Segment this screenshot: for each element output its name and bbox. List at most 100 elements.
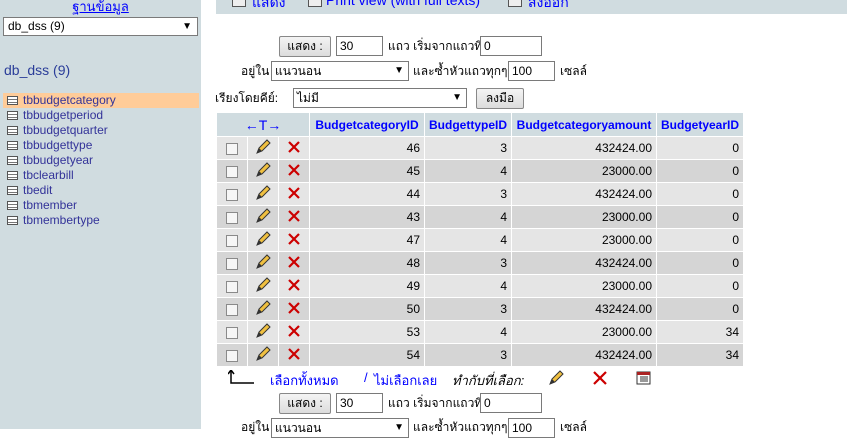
table-list-item[interactable]: tbclearbill xyxy=(3,168,199,183)
table-cell: 0 xyxy=(657,298,744,320)
column-header[interactable]: BudgetyearID xyxy=(657,113,744,136)
table-list-item[interactable]: tbmember xyxy=(3,198,199,213)
table-list-item[interactable]: tbedit xyxy=(3,183,199,198)
databases-heading-link[interactable]: ฐานข้อมูล xyxy=(0,0,201,17)
row-checkbox[interactable] xyxy=(226,280,238,293)
delete-x-icon[interactable] xyxy=(287,324,301,341)
table-list-item[interactable]: tbbudgetquarter xyxy=(3,123,199,138)
delete-x-icon[interactable] xyxy=(287,255,301,272)
delete-x-icon[interactable] xyxy=(287,232,301,249)
table-list-item-label[interactable]: tbbudgetperiod xyxy=(23,108,103,122)
table-row[interactable]: 46 3 432424.00 0 xyxy=(217,137,744,159)
edit-pencil-icon[interactable] xyxy=(255,253,271,273)
table-row[interactable]: 49 4 23000.00 0 xyxy=(217,275,744,297)
table-icon[interactable] xyxy=(7,156,18,165)
start-row-input[interactable]: 0 xyxy=(480,36,542,56)
table-list-item-label[interactable]: tbclearbill xyxy=(23,168,74,182)
delete-x-icon[interactable] xyxy=(592,370,608,386)
delete-x-icon[interactable] xyxy=(287,140,301,157)
start-row-input-bottom[interactable]: 0 xyxy=(480,393,542,413)
table-row[interactable]: 53 4 23000.00 34 xyxy=(217,321,744,343)
table-list-item-label[interactable]: tbbudgetcategory xyxy=(23,93,116,107)
repeat-headers-input[interactable]: 100 xyxy=(508,61,555,81)
table-icon[interactable] xyxy=(7,201,18,210)
row-checkbox[interactable] xyxy=(226,326,238,339)
edit-pencil-icon[interactable] xyxy=(255,230,271,250)
table-list-item-label[interactable]: tbmembertype xyxy=(23,213,100,227)
select-all-link[interactable]: เลือกทั้งหมด xyxy=(270,370,339,391)
database-select[interactable]: db_dss (9) ▼ xyxy=(3,17,198,36)
table-row[interactable]: 50 3 432424.00 0 xyxy=(217,298,744,320)
sort-key-select[interactable]: ไม่มี ▼ xyxy=(293,88,467,108)
go-button[interactable]: ลงมือ xyxy=(476,88,524,109)
table-list-item-label[interactable]: tbedit xyxy=(23,183,52,197)
delete-x-icon[interactable] xyxy=(287,301,301,318)
delete-x-icon[interactable] xyxy=(287,163,301,180)
row-checkbox[interactable] xyxy=(226,349,238,362)
table-list-item[interactable]: tbbudgettype xyxy=(3,138,199,153)
export-link[interactable]: ส่งออก xyxy=(528,0,569,14)
edit-pencil-icon[interactable] xyxy=(255,345,271,365)
row-checkbox[interactable] xyxy=(226,257,238,270)
delete-x-icon[interactable] xyxy=(287,209,301,226)
edit-pencil-icon[interactable] xyxy=(548,370,564,386)
table-row[interactable]: 47 4 23000.00 0 xyxy=(217,229,744,251)
show-button[interactable]: แสดง : xyxy=(279,36,331,57)
table-icon[interactable] xyxy=(7,96,18,105)
table-icon[interactable] xyxy=(7,216,18,225)
arrows-toggle-icon[interactable]: ←T→ xyxy=(245,117,282,133)
browse-icon xyxy=(232,0,246,7)
column-header[interactable]: Budgetcategoryamount xyxy=(512,113,656,136)
delete-x-icon[interactable] xyxy=(287,278,301,295)
browse-link[interactable]: แสดง xyxy=(252,0,286,14)
edit-pencil-icon[interactable] xyxy=(255,138,271,158)
edit-pencil-icon[interactable] xyxy=(255,322,271,342)
edit-pencil-icon[interactable] xyxy=(255,276,271,296)
column-toggle-header[interactable]: ←T→ xyxy=(217,113,309,136)
repeat-headers-input-bottom[interactable]: 100 xyxy=(508,418,555,438)
table-row[interactable]: 43 4 23000.00 0 xyxy=(217,206,744,228)
table-icon[interactable] xyxy=(7,171,18,180)
table-row[interactable]: 54 3 432424.00 34 xyxy=(217,344,744,366)
row-checkbox[interactable] xyxy=(226,188,238,201)
table-row[interactable]: 48 3 432424.00 0 xyxy=(217,252,744,274)
edit-pencil-icon[interactable] xyxy=(255,161,271,181)
display-mode-select[interactable]: แนวนอน ▼ xyxy=(271,61,409,81)
row-checkbox[interactable] xyxy=(226,165,238,178)
table-icon[interactable] xyxy=(7,186,18,195)
table-icon[interactable] xyxy=(7,141,18,150)
frame-divider[interactable] xyxy=(201,0,214,429)
rows-count-input[interactable]: 30 xyxy=(336,36,383,56)
delete-x-icon[interactable] xyxy=(287,186,301,203)
database-name-link[interactable]: db_dss (9) xyxy=(4,62,70,78)
deselect-all-link[interactable]: ไม่เลือกเลย xyxy=(374,370,437,391)
edit-pencil-icon[interactable] xyxy=(255,207,271,227)
display-mode-select-bottom[interactable]: แนวนอน ▼ xyxy=(271,418,409,438)
table-list-item[interactable]: tbbudgetcategory xyxy=(3,93,199,108)
table-list-item[interactable]: tbbudgetyear xyxy=(3,153,199,168)
column-header[interactable]: BudgettypeID xyxy=(425,113,511,136)
row-checkbox[interactable] xyxy=(226,303,238,316)
table-icon[interactable] xyxy=(7,111,18,120)
table-list-item-label[interactable]: tbbudgetquarter xyxy=(23,123,108,137)
edit-pencil-icon[interactable] xyxy=(255,184,271,204)
column-header[interactable]: BudgetcategoryID xyxy=(310,113,424,136)
chevron-down-icon: ▼ xyxy=(452,92,462,103)
table-list-item[interactable]: tbbudgetperiod xyxy=(3,108,199,123)
row-checkbox[interactable] xyxy=(226,142,238,155)
rows-count-input-bottom[interactable]: 30 xyxy=(336,393,383,413)
table-list-item-label[interactable]: tbmember xyxy=(23,198,77,212)
delete-x-icon[interactable] xyxy=(287,347,301,364)
show-button-bottom[interactable]: แสดง : xyxy=(279,393,331,414)
edit-pencil-icon[interactable] xyxy=(255,299,271,319)
table-list-item-label[interactable]: tbbudgettype xyxy=(23,138,92,152)
table-row[interactable]: 45 4 23000.00 0 xyxy=(217,160,744,182)
print-view-link[interactable]: Print view (with full texts) xyxy=(326,0,480,8)
row-checkbox[interactable] xyxy=(226,211,238,224)
row-checkbox[interactable] xyxy=(226,234,238,247)
table-list-item-label[interactable]: tbbudgetyear xyxy=(23,153,93,167)
export-table-icon[interactable] xyxy=(636,370,652,386)
table-list-item[interactable]: tbmembertype xyxy=(3,213,199,228)
table-row[interactable]: 44 3 432424.00 0 xyxy=(217,183,744,205)
table-icon[interactable] xyxy=(7,126,18,135)
